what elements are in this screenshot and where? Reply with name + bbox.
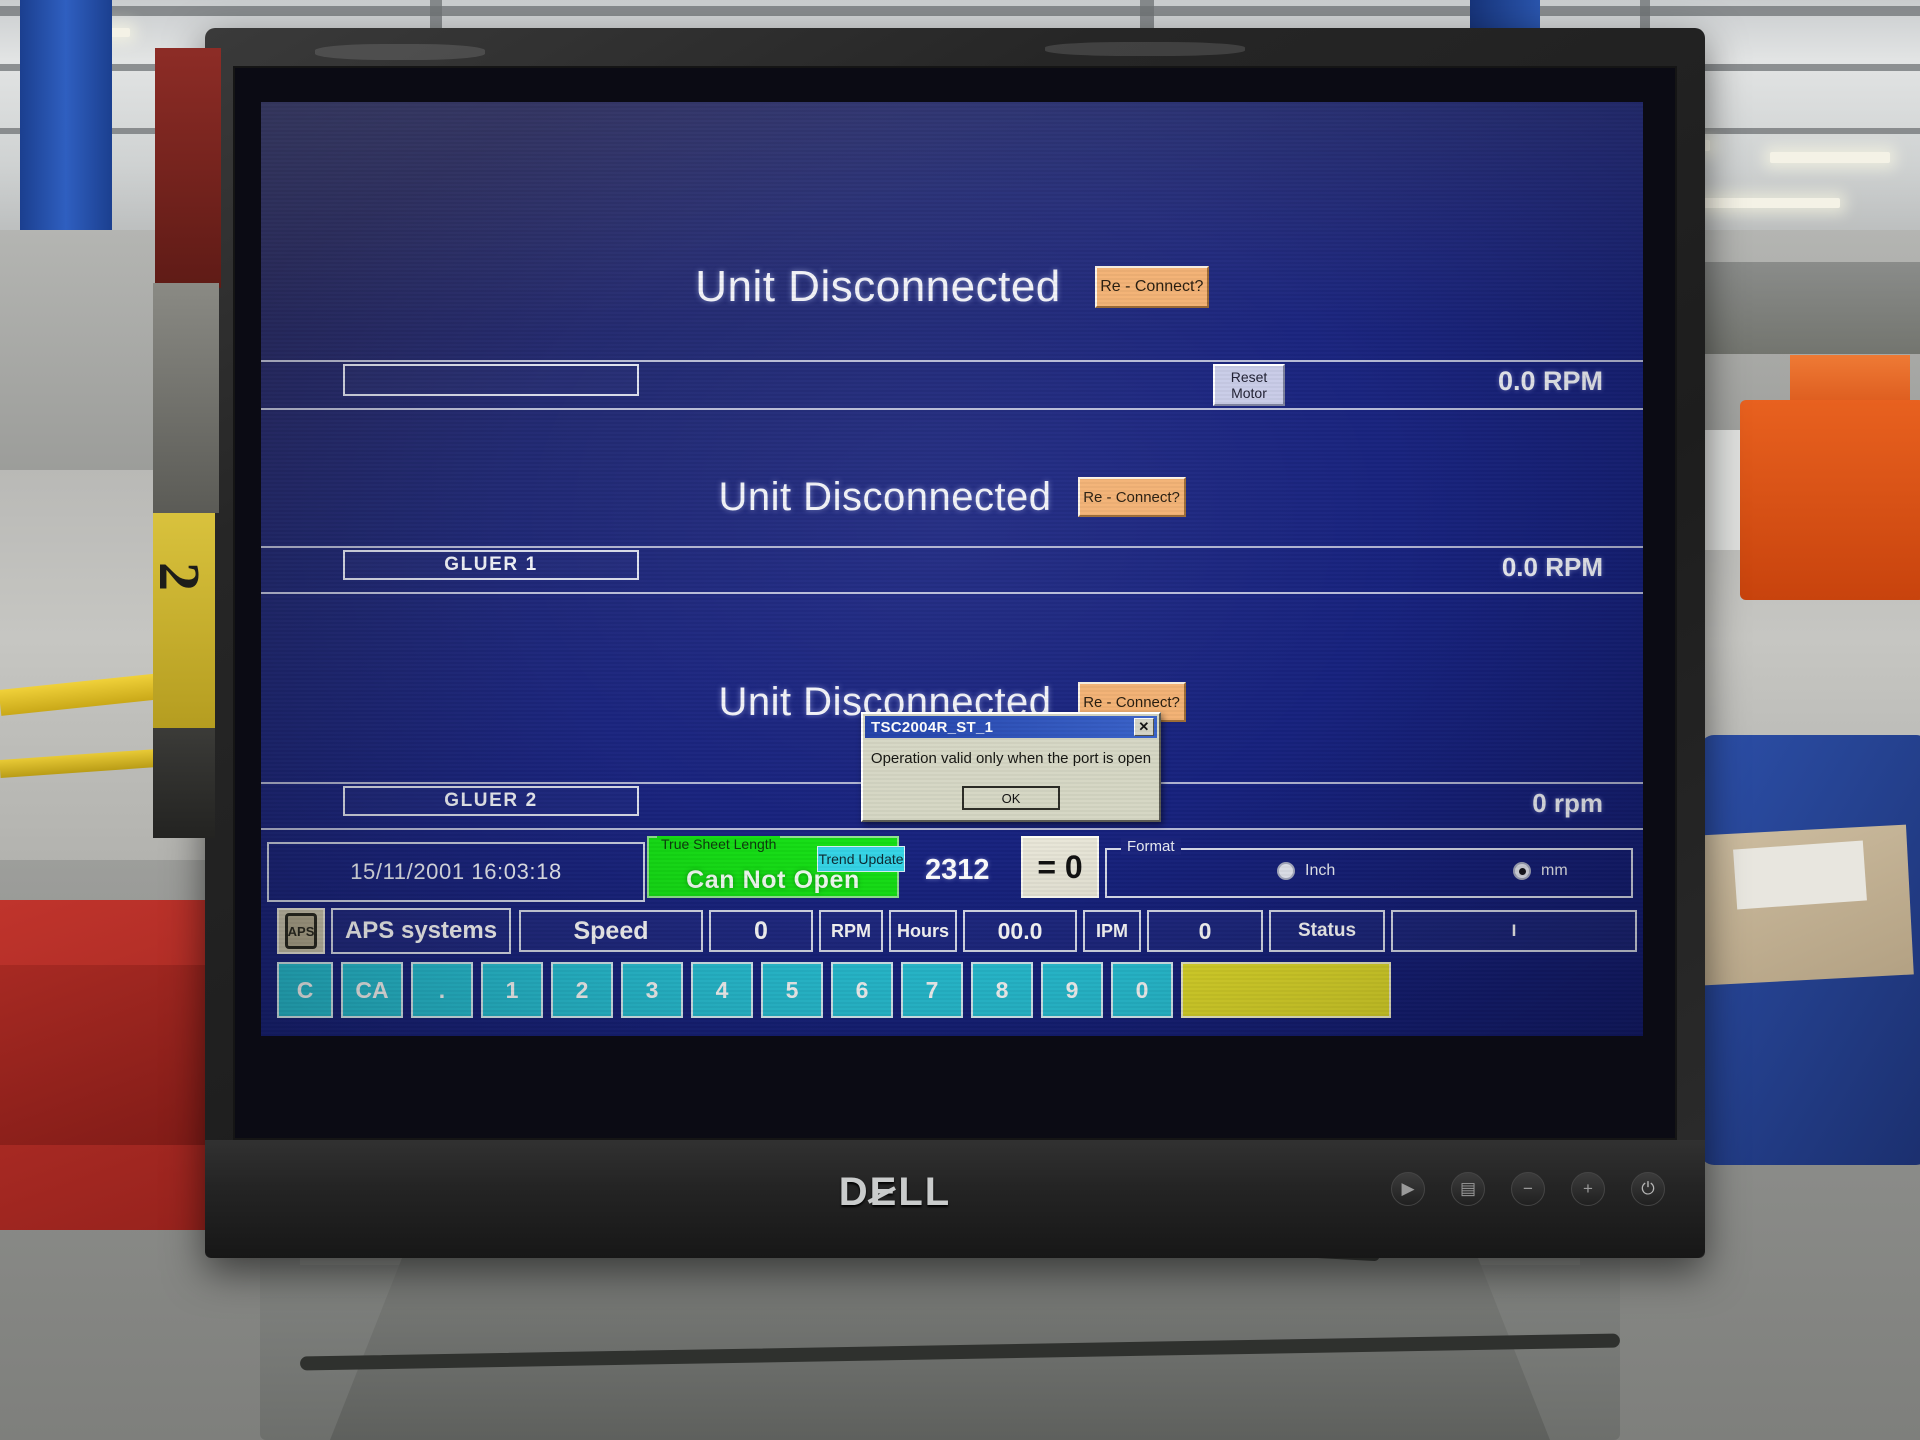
speed-value-field[interactable]: 0 — [709, 910, 813, 952]
divider-4 — [261, 592, 1643, 594]
tape-handwritten-mark: 2 — [147, 562, 212, 591]
dialog-message: Operation valid only when the port is op… — [870, 750, 1152, 767]
counter-value: 2312 — [925, 854, 990, 886]
unit-2-reconnect-button[interactable]: Re - Connect? — [1077, 477, 1186, 517]
equals-zero-display: = 0 — [1021, 836, 1099, 898]
divider-3 — [261, 546, 1643, 548]
divider-2 — [261, 408, 1643, 410]
keypad-key-c[interactable]: C — [277, 962, 333, 1018]
keypad-key-7[interactable]: 7 — [901, 962, 963, 1018]
blue-column-left — [20, 0, 112, 240]
ipm-value-field[interactable]: 0 — [1147, 910, 1263, 952]
grey-tape-marker — [153, 283, 219, 513]
brand-label: APS systems — [331, 908, 511, 954]
keypad-key-9[interactable]: 9 — [1041, 962, 1103, 1018]
carton-label — [1733, 840, 1867, 910]
unit-2-field[interactable]: GLUER 1 — [343, 550, 639, 580]
keypad-key-4[interactable]: 4 — [691, 962, 753, 1018]
input-source-icon[interactable]: ▶ — [1391, 1172, 1425, 1206]
dialog-ok-button[interactable]: OK — [962, 786, 1060, 810]
unit-3-rpm-value: 0 rpm — [1532, 788, 1603, 818]
menu-icon[interactable]: ▤ — [1451, 1172, 1485, 1206]
format-option-mm[interactable]: mm — [1513, 862, 1568, 880]
dark-tape-marker — [153, 728, 215, 838]
rpm-unit-label: RPM — [819, 910, 883, 952]
unit-2-rpm-value: 0.0 RPM — [1501, 552, 1603, 582]
monitor-osd-buttons: ▶ ▤ − + ⏻ — [1391, 1172, 1665, 1206]
unit-1-rpm-value: 0.0 RPM — [1497, 366, 1603, 396]
hours-value-field[interactable]: 00.0 — [963, 910, 1077, 952]
dell-monitor: 2 Unit Disconnected Re - Connect? Reset … — [147, 28, 1705, 1258]
datetime-display: 15/11/2001 16:03:18 — [267, 842, 645, 902]
keypad-key-3[interactable]: 3 — [621, 962, 683, 1018]
speed-label: Speed — [519, 910, 703, 952]
ipm-label: IPM — [1083, 910, 1141, 952]
unit-1-row: Unit Disconnected Re - Connect? — [261, 252, 1643, 322]
format-option-mm-label: mm — [1541, 862, 1568, 879]
trend-update-button[interactable]: Trend Update — [817, 846, 905, 872]
radio-mm-icon[interactable] — [1513, 862, 1531, 880]
aps-logo-glyph: APS — [285, 913, 317, 949]
unit-1-reconnect-button[interactable]: Re - Connect? — [1094, 266, 1209, 308]
keypad-key-8[interactable]: 8 — [971, 962, 1033, 1018]
format-option-inch[interactable]: Inch — [1277, 862, 1335, 880]
dialog-titlebar: TSC2004R_ST_1 ✕ — [865, 716, 1157, 738]
true-sheet-length-legend: True Sheet Length — [657, 836, 781, 852]
keypad-key-ca[interactable]: CA — [341, 962, 403, 1018]
monitor-bottom-bar: DELL ▶ ▤ − + ⏻ — [205, 1140, 1705, 1258]
reset-motor-line2: Motor — [1231, 385, 1267, 401]
unit-2-row: Unit Disconnected Re - Connect? — [261, 462, 1643, 532]
keypad-key-5[interactable]: 5 — [761, 962, 823, 1018]
yellow-tape-marker: 2 — [147, 513, 215, 728]
reset-motor-line1: Reset — [1230, 368, 1268, 385]
status-label: Status — [1269, 910, 1385, 952]
keypad-key-1[interactable]: 1 — [481, 962, 543, 1018]
radio-inch-icon[interactable] — [1277, 862, 1295, 880]
hmi-screen: Unit Disconnected Re - Connect? Reset Mo… — [261, 102, 1643, 1036]
keypad-key-dot[interactable]: . — [411, 962, 473, 1018]
reset-motor-button[interactable]: Reset Motor — [1213, 364, 1285, 406]
dell-logo: DELL — [838, 1170, 952, 1214]
unit-2-status-text: Unit Disconnected — [718, 474, 1052, 519]
keypad-key-6[interactable]: 6 — [831, 962, 893, 1018]
format-legend: Format — [1121, 838, 1181, 855]
unit-1-field[interactable] — [343, 364, 639, 396]
divider-6 — [261, 828, 1643, 830]
close-icon[interactable]: ✕ — [1134, 718, 1154, 736]
unit-1-status-text: Unit Disconnected — [695, 262, 1061, 311]
brightness-up-icon[interactable]: + — [1571, 1172, 1605, 1206]
divider-1 — [261, 360, 1643, 362]
keypad-key-2[interactable]: 2 — [551, 962, 613, 1018]
orange-machine — [1740, 400, 1920, 600]
error-dialog: TSC2004R_ST_1 ✕ Operation valid only whe… — [861, 712, 1161, 822]
keypad-key-0[interactable]: 0 — [1111, 962, 1173, 1018]
status-value-field[interactable]: I — [1391, 910, 1637, 952]
brightness-down-icon[interactable]: − — [1511, 1172, 1545, 1206]
keypad-enter-key[interactable] — [1181, 962, 1391, 1018]
dialog-title-text: TSC2004R_ST_1 — [871, 718, 994, 736]
power-icon[interactable]: ⏻ — [1631, 1172, 1665, 1206]
hours-label: Hours — [889, 910, 957, 952]
red-tape-marker — [155, 48, 221, 288]
format-option-inch-label: Inch — [1305, 862, 1336, 879]
aps-logo-icon: APS — [277, 908, 325, 954]
unit-3-field[interactable]: GLUER 2 — [343, 786, 639, 816]
